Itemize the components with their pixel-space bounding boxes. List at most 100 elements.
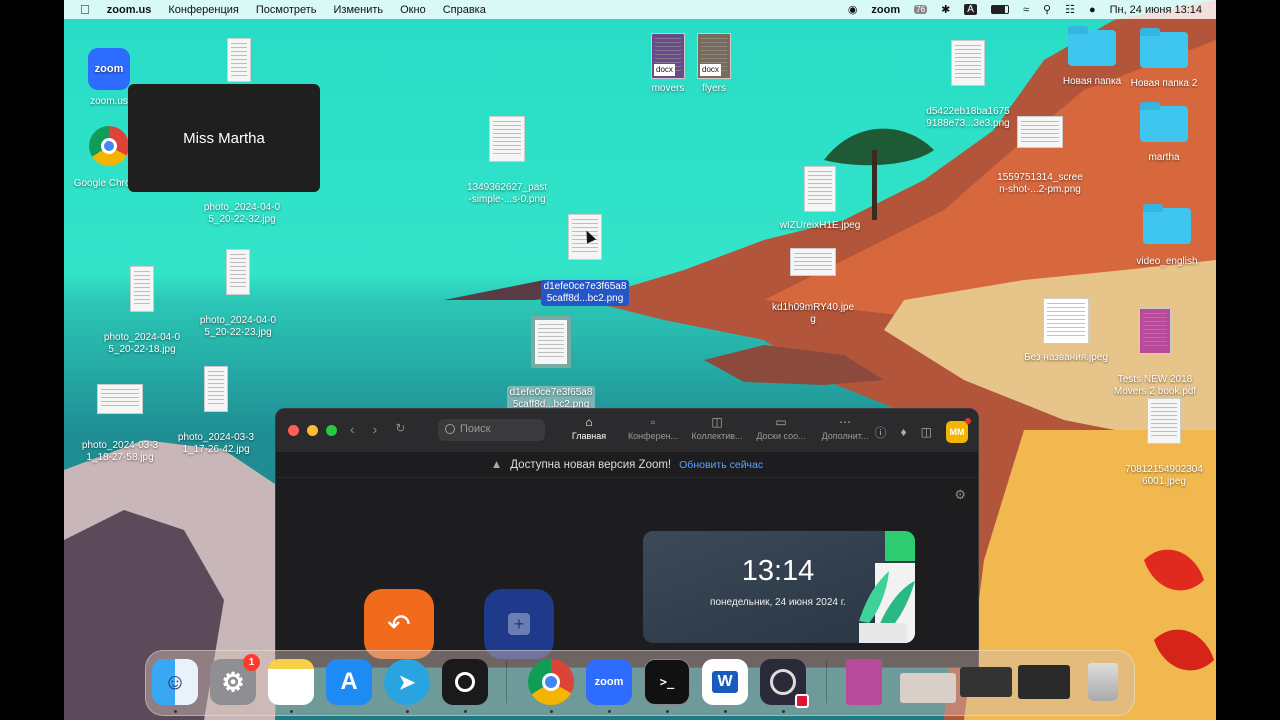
tab-more[interactable]: ⋯ Дополнит... bbox=[816, 415, 874, 441]
notifications-bell-icon[interactable]: ♦ bbox=[901, 425, 907, 439]
desktop-file-movers[interactable]: docx movers bbox=[646, 33, 690, 95]
dock-terminal[interactable]: >_ bbox=[644, 659, 690, 705]
dock-chrome[interactable] bbox=[528, 659, 574, 705]
desktop-icon-label: kd1h09mRY40.jpe g bbox=[771, 302, 855, 325]
zoom-status-icon[interactable]: zoom bbox=[871, 4, 900, 16]
zoom-window-button[interactable] bbox=[326, 425, 337, 436]
desktop-icon-label: photo_2024-04-0 5_20-22-18.jpg bbox=[103, 332, 181, 355]
forward-arrow-icon[interactable]: › bbox=[373, 421, 378, 437]
sidebar-toggle-icon[interactable]: ◫ bbox=[921, 425, 932, 439]
tab-label: Конферен... bbox=[627, 431, 679, 441]
help-icon[interactable]: ⓘ bbox=[875, 424, 887, 441]
dock-trash[interactable] bbox=[1080, 659, 1126, 705]
desktop-file-selected[interactable]: d1efe0ce7e3f65a8 5caff8d...bc2.png bbox=[534, 202, 636, 306]
desktop-file[interactable]: Без названия.jpeg bbox=[1014, 298, 1118, 364]
desktop-file[interactable]: 1559751314_scree n-shot-...2-pm.png bbox=[988, 104, 1092, 196]
keyboard-layout-icon[interactable]: A bbox=[964, 4, 977, 15]
desktop-folder-new-2[interactable]: Новая папка 2 bbox=[1126, 28, 1202, 90]
running-indicator bbox=[406, 710, 409, 713]
desktop-file[interactable]: photo_2024-03-3 1_17-26-42.jpg bbox=[166, 354, 266, 456]
search-input[interactable]: Поиск bbox=[438, 419, 545, 441]
tab-home[interactable]: ⌂ Главная bbox=[560, 415, 618, 441]
menu-window[interactable]: Окно bbox=[400, 4, 426, 16]
desktop-file[interactable]: photo_2024-03-3 1_18-27-58.jpg bbox=[70, 372, 170, 464]
dock-minimized-window[interactable] bbox=[900, 673, 956, 703]
tab-whiteboards[interactable]: ▭ Доски соо... bbox=[752, 415, 810, 441]
plant-illustration bbox=[859, 531, 915, 643]
dock-notes[interactable] bbox=[268, 659, 314, 705]
desktop-file-pdf[interactable]: Tests NEW 2018 Movers 2 book.pdf bbox=[1104, 296, 1206, 398]
new-meeting-button[interactable]: ↶ bbox=[364, 589, 434, 659]
dock-obs[interactable] bbox=[760, 659, 809, 708]
tab-team-chat[interactable]: ◫ Коллектив... bbox=[688, 415, 746, 441]
pdf-book-icon bbox=[1139, 308, 1171, 354]
desktop-folder-video-english[interactable]: video_english bbox=[1128, 204, 1206, 268]
dock-zoom[interactable]: zoom bbox=[586, 659, 632, 705]
desktop-icon-zoom[interactable]: zoom zoom.us bbox=[84, 48, 134, 108]
desktop-icon-label: Без названия.jpeg bbox=[1024, 352, 1108, 363]
dock-app-store[interactable]: A bbox=[326, 659, 372, 705]
history-icon[interactable]: ↻ bbox=[395, 421, 405, 437]
dock-minimized-window[interactable] bbox=[1018, 665, 1070, 699]
close-window-button[interactable] bbox=[288, 425, 299, 436]
tab-label: Дополнит... bbox=[821, 431, 869, 441]
document-icon bbox=[1147, 398, 1181, 444]
document-icon bbox=[130, 266, 154, 312]
menu-view[interactable]: Посмотреть bbox=[256, 4, 317, 16]
running-indicator bbox=[666, 710, 669, 713]
desktop-icon-label: wIZUreixH1E.jpeg bbox=[779, 220, 861, 231]
desktop-folder-martha[interactable]: martha bbox=[1134, 102, 1194, 164]
recording-icon bbox=[795, 694, 809, 708]
desktop-file[interactable] bbox=[214, 38, 264, 86]
menu-clock[interactable]: Пн, 24 июня 13:14 bbox=[1110, 4, 1202, 16]
desktop-folder-new[interactable]: Новая папка bbox=[1056, 26, 1128, 88]
menu-help[interactable]: Справка bbox=[443, 4, 486, 16]
dock-word[interactable]: W bbox=[702, 659, 748, 705]
dock-minimized-window[interactable] bbox=[960, 667, 1012, 697]
desktop-file[interactable]: photo_2024-04-0 5_20-22-18.jpg bbox=[92, 254, 192, 356]
desktop-icon-label: photo_2024-03-3 1_18-27-58.jpg bbox=[81, 440, 159, 463]
chat-icon: ◫ bbox=[711, 415, 723, 429]
folder-icon bbox=[1140, 28, 1188, 68]
video-icon: ▫ bbox=[650, 415, 656, 429]
desktop-file[interactable]: 1349362627_past -simple-...s-0.png bbox=[457, 104, 557, 206]
word-icon: W bbox=[712, 671, 738, 693]
tab-meetings[interactable]: ▫ Конферен... bbox=[624, 415, 682, 441]
screen-share-status-icon[interactable]: ◉ bbox=[848, 3, 858, 16]
bluetooth-icon[interactable]: ✱ bbox=[941, 3, 950, 16]
wifi-icon[interactable]: ≈ bbox=[1023, 4, 1029, 16]
search-icon bbox=[445, 424, 455, 434]
menu-app-name[interactable]: zoom.us bbox=[107, 4, 152, 16]
battery-icon[interactable] bbox=[990, 5, 1009, 14]
join-button[interactable]: + bbox=[484, 589, 554, 659]
desktop-file[interactable]: wIZUreixH1E.jpeg bbox=[772, 166, 868, 232]
menu-conference[interactable]: Конференция bbox=[168, 4, 238, 16]
finder-icon: ☺ bbox=[163, 669, 187, 694]
dock-finder[interactable]: ☺ bbox=[152, 659, 198, 705]
desktop-icon-label: photo_2024-03-3 1_17-26-42.jpg bbox=[177, 432, 255, 455]
desktop-file[interactable]: photo_2024-04-0 5_20-22-23.jpg bbox=[188, 237, 288, 339]
control-center-icon[interactable]: ☷ bbox=[1065, 3, 1075, 16]
desktop-file-flyers[interactable]: docx flyers bbox=[692, 33, 736, 95]
dock-recent-document[interactable] bbox=[846, 659, 882, 705]
desktop-file[interactable]: 70812154902304 6001.jpeg bbox=[1114, 386, 1214, 488]
update-now-link[interactable]: Обновить сейчас bbox=[679, 459, 763, 471]
dock-camera-app[interactable] bbox=[442, 659, 488, 705]
avatar[interactable]: MM bbox=[946, 418, 971, 443]
apple-menu-icon[interactable]:  bbox=[80, 2, 90, 17]
desktop-file-drag-ghost[interactable]: d1efe0ce7e3f65a8 5caff8d...bc2.png bbox=[498, 304, 604, 412]
desktop-file[interactable]: photo_2024-04-0 5_20-22-32.jpg bbox=[192, 190, 292, 226]
dock-system-settings[interactable]: ⚙ 1 bbox=[210, 654, 260, 705]
settings-gear-icon[interactable]: ⚙ bbox=[954, 487, 966, 503]
back-arrow-icon[interactable]: ‹ bbox=[350, 421, 355, 437]
minimize-window-button[interactable] bbox=[307, 425, 318, 436]
temperature-icon[interactable]: 76 bbox=[914, 5, 928, 14]
dock-telegram[interactable]: ➤ bbox=[384, 659, 430, 705]
menu-edit[interactable]: Изменить bbox=[334, 4, 384, 16]
siri-icon[interactable]: ● bbox=[1089, 4, 1096, 16]
app-store-icon: A bbox=[340, 668, 358, 695]
terminal-icon: >_ bbox=[659, 675, 675, 689]
desktop-file[interactable]: kd1h09mRY40.jpe g bbox=[764, 236, 862, 326]
spotlight-search-icon[interactable]: ⚲ bbox=[1043, 3, 1051, 16]
tab-label: Коллектив... bbox=[691, 431, 743, 441]
